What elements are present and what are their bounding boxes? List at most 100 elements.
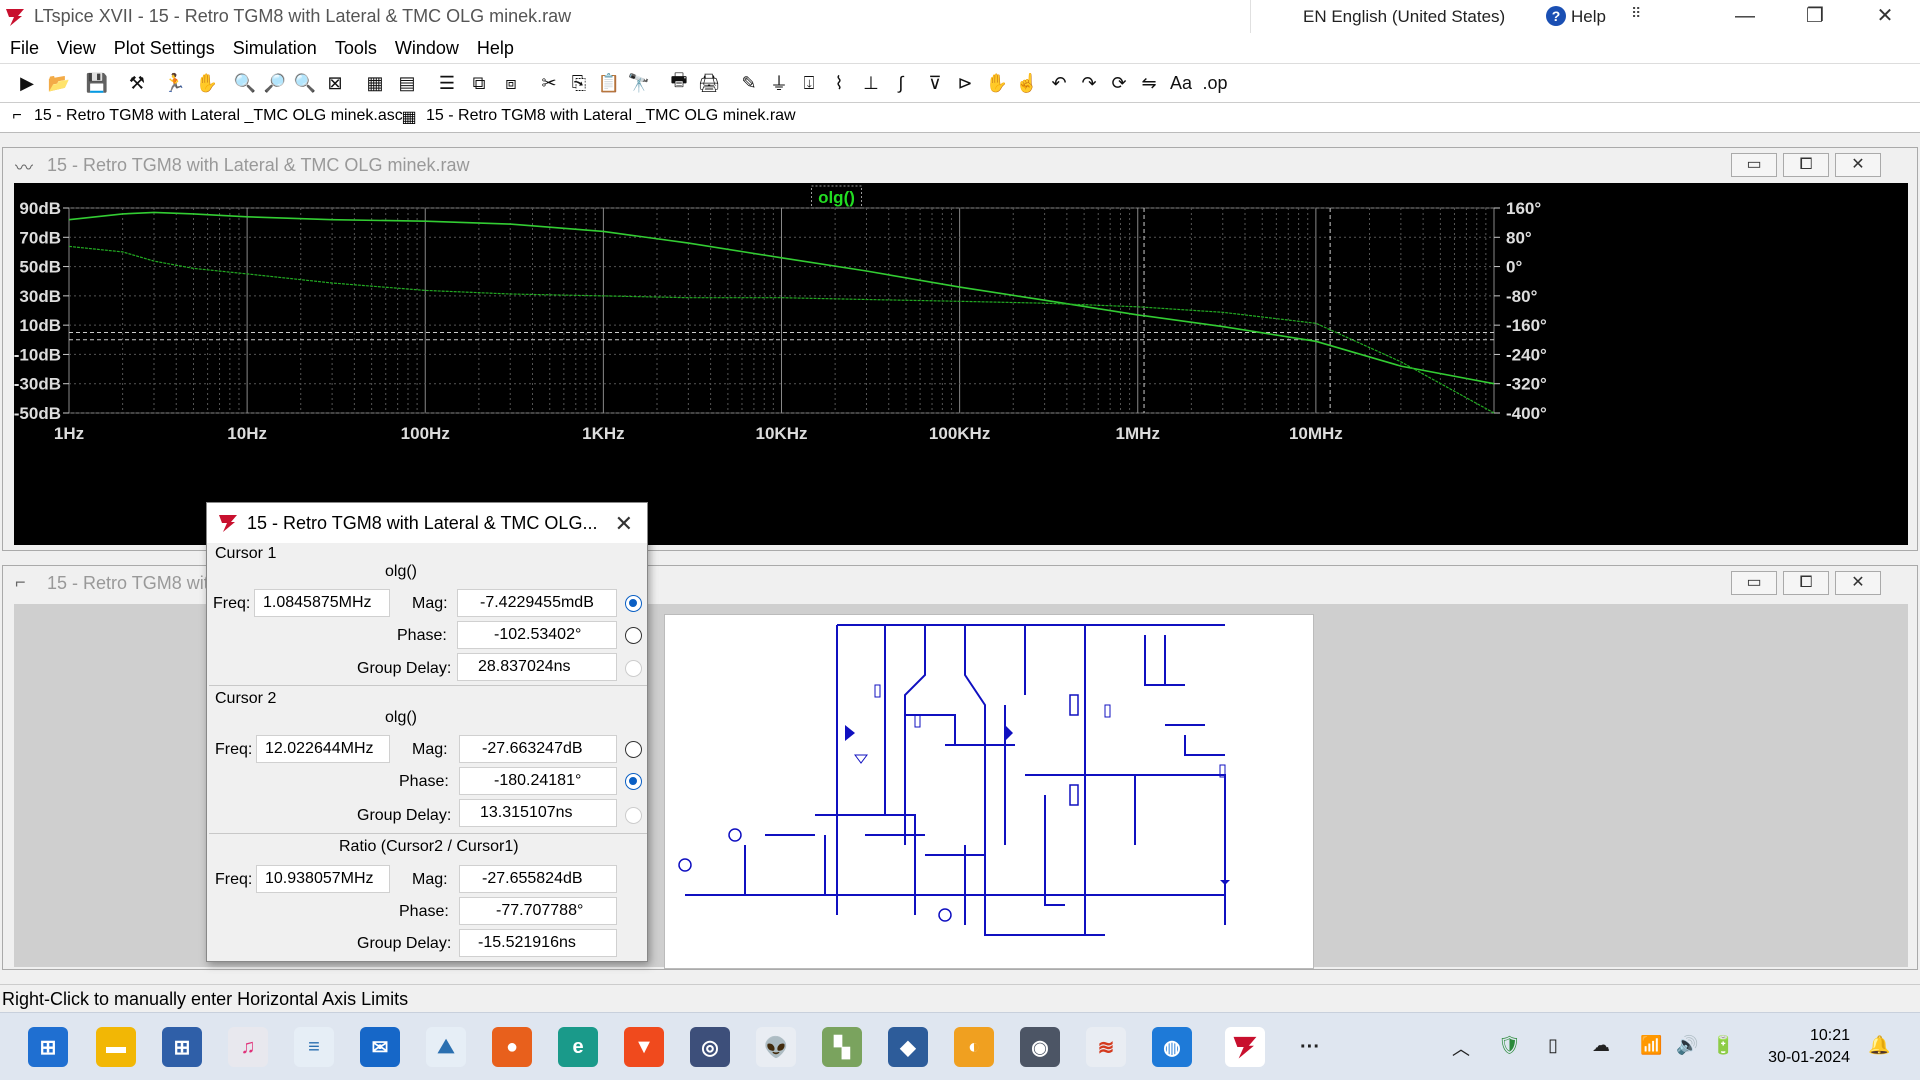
undo-icon[interactable]: ↶ bbox=[1046, 70, 1072, 96]
control-panel-icon[interactable]: ⚒ bbox=[124, 70, 150, 96]
notepad-icon[interactable]: ≡ bbox=[294, 1027, 334, 1067]
bookmark-app-icon[interactable]: ◆ bbox=[888, 1027, 928, 1067]
cascade-icon[interactable]: ⧈ bbox=[498, 70, 524, 96]
cursor1-phase-field[interactable]: -102.53402° bbox=[457, 621, 617, 649]
zoom-out-icon[interactable]: 🔍 bbox=[292, 70, 318, 96]
schematic-maximize-button[interactable]: ⧠ bbox=[1783, 571, 1829, 595]
notification-bell-icon[interactable]: 🔔 bbox=[1868, 1035, 1890, 1056]
open-folder-icon[interactable]: 📂 bbox=[46, 70, 72, 96]
language-indicator[interactable]: EN English (United States) bbox=[1303, 7, 1505, 27]
diode-icon[interactable]: ⊽ bbox=[922, 70, 948, 96]
spice-directive-icon[interactable]: .op bbox=[1202, 70, 1228, 96]
cursor2-phase-radio[interactable] bbox=[625, 773, 642, 790]
wire-icon[interactable]: ✎ bbox=[736, 70, 762, 96]
print-icon[interactable]: 🖶 bbox=[666, 70, 692, 96]
halt-hand-icon[interactable]: ✋ bbox=[194, 70, 220, 96]
plot-close-button[interactable]: ✕ bbox=[1835, 153, 1881, 177]
menu-plot-settings[interactable]: Plot Settings bbox=[114, 38, 215, 59]
move-hand-icon[interactable]: ✋ bbox=[984, 70, 1010, 96]
plot-maximize-button[interactable]: ⧠ bbox=[1783, 153, 1829, 177]
chart-app-icon[interactable]: ⛰ bbox=[426, 1027, 466, 1067]
edge-icon[interactable]: e bbox=[558, 1027, 598, 1067]
steam-icon[interactable]: ◉ bbox=[1020, 1027, 1060, 1067]
schematic-sheet[interactable] bbox=[664, 614, 1314, 969]
mirror-icon[interactable]: ⇋ bbox=[1136, 70, 1162, 96]
menu-help[interactable]: Help bbox=[477, 38, 514, 59]
file-explorer-icon[interactable]: ▬ bbox=[96, 1027, 136, 1067]
close-button[interactable]: ✕ bbox=[1850, 0, 1920, 33]
cut-icon[interactable]: ✂ bbox=[536, 70, 562, 96]
itunes-icon[interactable]: ♫ bbox=[228, 1027, 268, 1067]
menu-window[interactable]: Window bbox=[395, 38, 459, 59]
store-icon[interactable]: ⊞ bbox=[162, 1027, 202, 1067]
label-net-icon[interactable]: ⍗ bbox=[796, 70, 822, 96]
menu-file[interactable]: File bbox=[10, 38, 39, 59]
plot-minimize-button[interactable]: ▭ bbox=[1731, 153, 1777, 177]
plot-grid-icon[interactable]: ▤ bbox=[394, 70, 420, 96]
redo-icon[interactable]: ↷ bbox=[1076, 70, 1102, 96]
tab-schematic[interactable]: ⌐ 15 - Retro TGM8 with Lateral _TMC OLG … bbox=[8, 107, 402, 125]
component-icon[interactable]: ⊳ bbox=[952, 70, 978, 96]
cursor1-phase-radio[interactable] bbox=[625, 627, 642, 644]
clock[interactable]: 10:21 30-01-2024 bbox=[1760, 1025, 1850, 1069]
ratio-phase-field[interactable]: -77.707788° bbox=[459, 897, 617, 925]
help-icon[interactable]: ? bbox=[1546, 6, 1566, 26]
menu-simulation[interactable]: Simulation bbox=[233, 38, 317, 59]
run-icon[interactable]: 🏃 bbox=[162, 70, 188, 96]
copy-icon[interactable]: ⎘ bbox=[566, 70, 592, 96]
defender-icon[interactable]: 🛡 bbox=[1498, 1035, 1521, 1056]
drag-hand-icon[interactable]: ☝ bbox=[1014, 70, 1040, 96]
zoom-in-icon[interactable]: 🔍 bbox=[232, 70, 258, 96]
cursor1-gd-field[interactable]: 28.837024ns bbox=[457, 653, 617, 681]
save-icon[interactable]: 💾 bbox=[84, 70, 110, 96]
alien-app-icon[interactable]: 👽 bbox=[756, 1027, 796, 1067]
tools-app-icon[interactable]: ▚ bbox=[822, 1027, 862, 1067]
start-icon[interactable]: ⊞ bbox=[28, 1027, 68, 1067]
cursor1-mag-field[interactable]: -7.4229455mdB bbox=[457, 589, 617, 617]
cursor1-freq-field[interactable]: 1.0845875MHz bbox=[254, 589, 390, 617]
chevron-up-icon[interactable]: ︿ bbox=[1452, 1035, 1470, 1061]
ground-icon[interactable]: ⏚ bbox=[766, 70, 792, 96]
capacitor-icon[interactable]: ⊥ bbox=[858, 70, 884, 96]
battery-icon[interactable]: 🔋 bbox=[1712, 1035, 1734, 1056]
inductor-icon[interactable]: ∫ bbox=[888, 70, 914, 96]
print-setup-icon[interactable]: 🖨 bbox=[696, 70, 722, 96]
cursor2-mag-radio[interactable] bbox=[625, 741, 642, 758]
zoom-fit-icon[interactable]: ⊠ bbox=[322, 70, 348, 96]
minimize-button[interactable]: — bbox=[1710, 0, 1780, 33]
brave-icon[interactable]: ▼ bbox=[624, 1027, 664, 1067]
cursor2-freq-field[interactable]: 12.022644MHz bbox=[256, 735, 390, 763]
cursor2-gd-field[interactable]: 13.315107ns bbox=[459, 799, 617, 827]
cursor2-mag-field[interactable]: -27.663247dB bbox=[459, 735, 617, 763]
menu-view[interactable]: View bbox=[57, 38, 96, 59]
plot-pane[interactable]: 90dB 70dB 50dB 30dB 10dB -10dB -30dB -50dB 160° 8… bbox=[14, 183, 1908, 545]
text-icon[interactable]: Aa bbox=[1168, 70, 1194, 96]
more-apps-icon[interactable]: ··· bbox=[1290, 1027, 1330, 1067]
rotate-icon[interactable]: ⟳ bbox=[1106, 70, 1132, 96]
cursor2-phase-field[interactable]: -180.24181° bbox=[459, 767, 617, 795]
usb-icon[interactable]: ▯ bbox=[1548, 1035, 1558, 1056]
restore-button[interactable]: ❐ bbox=[1780, 0, 1850, 33]
tile-horizontal-icon[interactable]: ☰ bbox=[434, 70, 460, 96]
vpn-app-icon[interactable]: ◍ bbox=[1152, 1027, 1192, 1067]
mail-icon[interactable]: ✉ bbox=[360, 1027, 400, 1067]
autorange-icon[interactable]: ▦ bbox=[362, 70, 388, 96]
firefox-icon[interactable]: ● bbox=[492, 1027, 532, 1067]
bode-plot[interactable]: 90dB 70dB 50dB 30dB 10dB -10dB -30dB -50dB 160° 8… bbox=[14, 183, 1908, 545]
ratio-mag-field[interactable]: -27.655824dB bbox=[459, 865, 617, 893]
schematic-minimize-button[interactable]: ▭ bbox=[1731, 571, 1777, 595]
help-label[interactable]: Help bbox=[1571, 7, 1606, 27]
pan-icon[interactable]: 🔎 bbox=[262, 70, 288, 96]
ratio-freq-field[interactable]: 10.938057MHz bbox=[256, 865, 390, 893]
tab-waveform[interactable]: ▦ 15 - Retro TGM8 with Lateral _TMC OLG … bbox=[400, 107, 795, 126]
avast-icon[interactable]: ◐ bbox=[954, 1027, 994, 1067]
volume-icon[interactable]: 🔊 bbox=[1676, 1035, 1698, 1056]
onedrive-icon[interactable]: ☁ bbox=[1592, 1035, 1610, 1056]
winamp-icon[interactable]: ≋ bbox=[1086, 1027, 1126, 1067]
tile-vertical-icon[interactable]: ⧉ bbox=[466, 70, 492, 96]
schematic-close-button[interactable]: ✕ bbox=[1835, 571, 1881, 595]
pin-icon[interactable]: ⠿ bbox=[1631, 5, 1641, 22]
cursor1-mag-radio[interactable] bbox=[625, 595, 642, 612]
paste-icon[interactable]: 📋 bbox=[596, 70, 622, 96]
wifi-icon[interactable]: 📶 bbox=[1640, 1035, 1662, 1056]
